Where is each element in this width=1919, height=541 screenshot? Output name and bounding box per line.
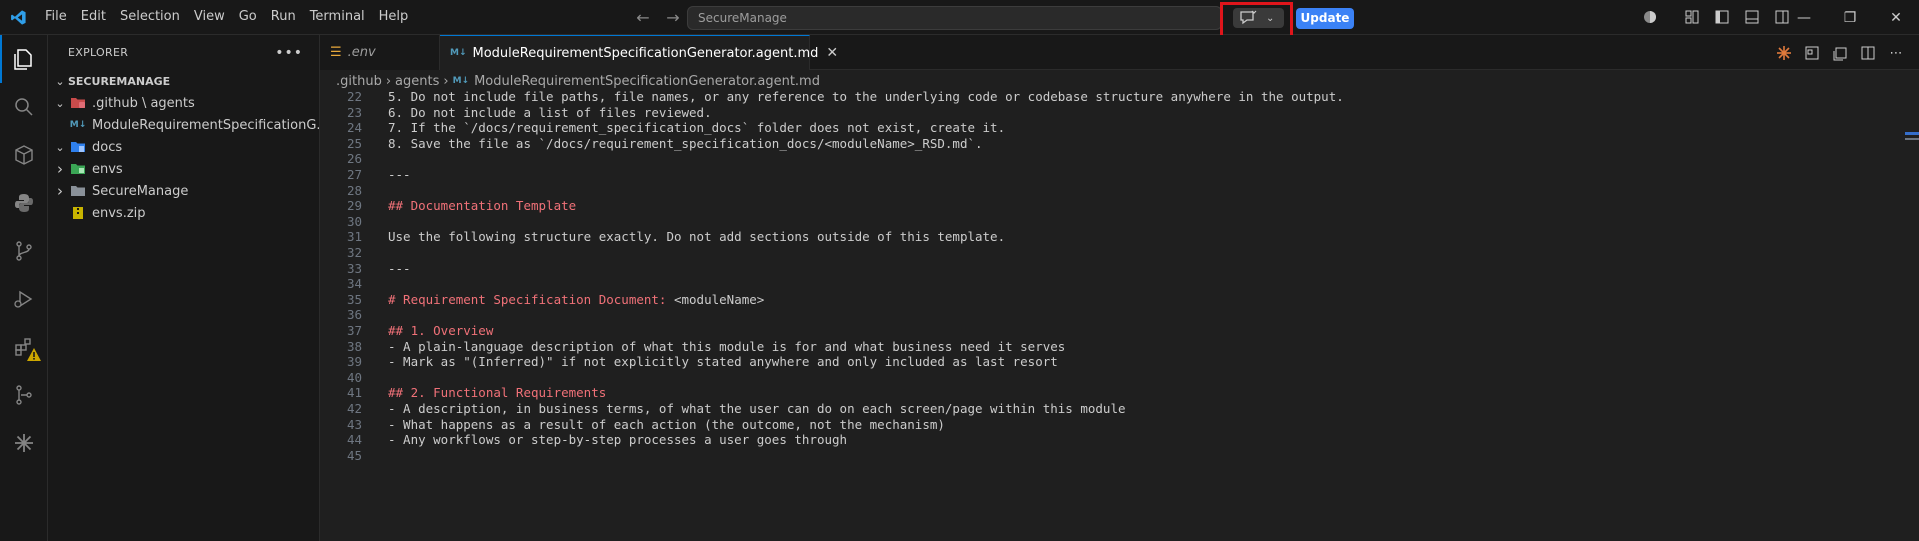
search-icon[interactable] bbox=[0, 83, 48, 131]
tree-item-label: docs bbox=[92, 139, 123, 155]
containers-icon[interactable] bbox=[0, 131, 48, 179]
customize-layout-icon[interactable] bbox=[1682, 7, 1702, 27]
menu-view[interactable]: View bbox=[187, 5, 232, 29]
source-control-icon[interactable] bbox=[0, 227, 48, 275]
warning-badge-icon bbox=[27, 348, 41, 361]
command-center-label: SecureManage bbox=[698, 11, 787, 25]
zip-file-icon bbox=[70, 205, 86, 221]
more-actions-icon[interactable]: ••• bbox=[275, 45, 303, 61]
tree-item-label: .github \ agents bbox=[92, 95, 195, 111]
accounts-icon[interactable] bbox=[1640, 7, 1660, 27]
toggle-panel-icon[interactable] bbox=[1742, 7, 1762, 27]
tree-item[interactable]: ⌄ .github \ agents bbox=[48, 92, 319, 114]
editor-actions: ⋯ bbox=[1775, 44, 1905, 62]
git-graph-icon[interactable] bbox=[0, 371, 48, 419]
update-button[interactable]: Update bbox=[1296, 8, 1354, 29]
run-debug-icon[interactable] bbox=[0, 275, 48, 323]
markdown-file-icon: M↓ bbox=[69, 120, 87, 130]
vscode-logo-icon bbox=[0, 0, 36, 35]
workspace-name: SECUREMANAGE bbox=[68, 74, 171, 88]
markdown-file-icon: M↓ bbox=[452, 76, 470, 86]
tree-item[interactable]: › SecureManage bbox=[48, 180, 319, 202]
forward-arrow-icon[interactable]: → bbox=[662, 7, 684, 29]
split-editor-icon[interactable] bbox=[1859, 44, 1877, 62]
github-folder-icon bbox=[70, 95, 86, 111]
tree-item-label: SecureManage bbox=[92, 183, 189, 199]
minimize-icon[interactable]: — bbox=[1781, 0, 1827, 35]
tree-item[interactable]: M↓ ModuleRequirementSpecificationG... bbox=[48, 114, 319, 136]
explorer-header: EXPLORER ••• bbox=[48, 35, 319, 70]
title-bar: File Edit Selection View Go Run Terminal Help ←… bbox=[0, 0, 1919, 39]
tab-label: .env bbox=[347, 45, 376, 60]
explorer-icon[interactable] bbox=[0, 35, 48, 83]
python-icon[interactable] bbox=[0, 179, 48, 227]
command-center-search[interactable]: SecureManage bbox=[687, 6, 1222, 30]
restore-icon[interactable]: ❐ bbox=[1827, 0, 1873, 35]
menu-bar: File Edit Selection View Go Run Terminal Help bbox=[38, 5, 415, 29]
navigation-arrows: ← → bbox=[632, 7, 684, 29]
tab-env[interactable]: ☰ .env bbox=[320, 35, 440, 70]
scrollbar-marker bbox=[1905, 138, 1919, 140]
markdown-file-icon: M↓ bbox=[450, 48, 467, 58]
line-number: 45 bbox=[346, 447, 362, 463]
layout-controls bbox=[1640, 7, 1792, 27]
tree-item[interactable]: envs.zip bbox=[48, 202, 319, 224]
extensions-icon[interactable] bbox=[0, 323, 48, 371]
menu-go[interactable]: Go bbox=[232, 5, 264, 29]
workspace-section-header[interactable]: ⌄ SECUREMANAGE bbox=[48, 70, 319, 92]
chevron-right-icon: › bbox=[57, 182, 63, 200]
open-changes-icon[interactable] bbox=[1831, 44, 1849, 62]
preview-icon[interactable] bbox=[1803, 44, 1821, 62]
window-controls: — ❐ ✕ bbox=[1781, 0, 1919, 35]
more-actions-icon[interactable]: ⋯ bbox=[1887, 44, 1905, 62]
tree-item[interactable]: › envs bbox=[48, 158, 319, 180]
tree-item[interactable]: ⌄ docs bbox=[48, 136, 319, 158]
close-icon[interactable]: ✕ bbox=[1873, 0, 1919, 35]
menu-edit[interactable]: Edit bbox=[74, 5, 113, 29]
chevron-right-icon: › bbox=[57, 160, 63, 178]
explorer-sidebar: EXPLORER ••• ⌄ SECUREMANAGE ⌄ .github \ a… bbox=[48, 35, 320, 541]
chevron-down-icon: ⌄ bbox=[55, 96, 65, 110]
code-line: 45 bbox=[320, 446, 1900, 465]
file-tree: ⌄ .github \ agents M↓ ModuleRequirementSpec… bbox=[48, 92, 319, 224]
scrollbar-marker bbox=[1905, 132, 1919, 135]
menu-selection[interactable]: Selection bbox=[113, 5, 187, 29]
folder-icon bbox=[70, 183, 86, 199]
ai-assistant-icon[interactable] bbox=[0, 419, 48, 467]
tab-label: ModuleRequirementSpecificationGenerator.… bbox=[472, 45, 819, 61]
tree-item-label: ModuleRequirementSpecificationG... bbox=[92, 117, 319, 133]
tree-item-label: envs.zip bbox=[92, 205, 146, 221]
menu-terminal[interactable]: Terminal bbox=[303, 5, 372, 29]
toggle-primary-sidebar-icon[interactable] bbox=[1712, 7, 1732, 27]
activity-bar bbox=[0, 35, 48, 541]
menu-file[interactable]: File bbox=[38, 5, 74, 29]
tab-agent-md[interactable]: M↓ ModuleRequirementSpecificationGenerat… bbox=[440, 35, 838, 70]
ai-spark-icon[interactable] bbox=[1775, 44, 1793, 62]
tree-item-label: envs bbox=[92, 161, 123, 177]
menu-help[interactable]: Help bbox=[372, 5, 416, 29]
settings-file-icon: ☰ bbox=[330, 45, 342, 60]
envs-folder-icon bbox=[70, 161, 86, 177]
editor-tabs: ☰ .env M↓ ModuleRequirementSpecification… bbox=[320, 35, 1919, 70]
explorer-title: EXPLORER bbox=[68, 46, 129, 59]
back-arrow-icon[interactable]: ← bbox=[632, 7, 654, 29]
highlight-box bbox=[1220, 2, 1293, 39]
menu-run[interactable]: Run bbox=[264, 5, 303, 29]
code-editor[interactable]: 22 5. Do not include file paths, file nam… bbox=[320, 89, 1919, 541]
chevron-down-icon: ⌄ bbox=[55, 74, 65, 88]
docs-folder-icon bbox=[70, 139, 86, 155]
close-tab-icon[interactable]: ✕ bbox=[826, 45, 838, 61]
chevron-down-icon: ⌄ bbox=[55, 140, 65, 154]
